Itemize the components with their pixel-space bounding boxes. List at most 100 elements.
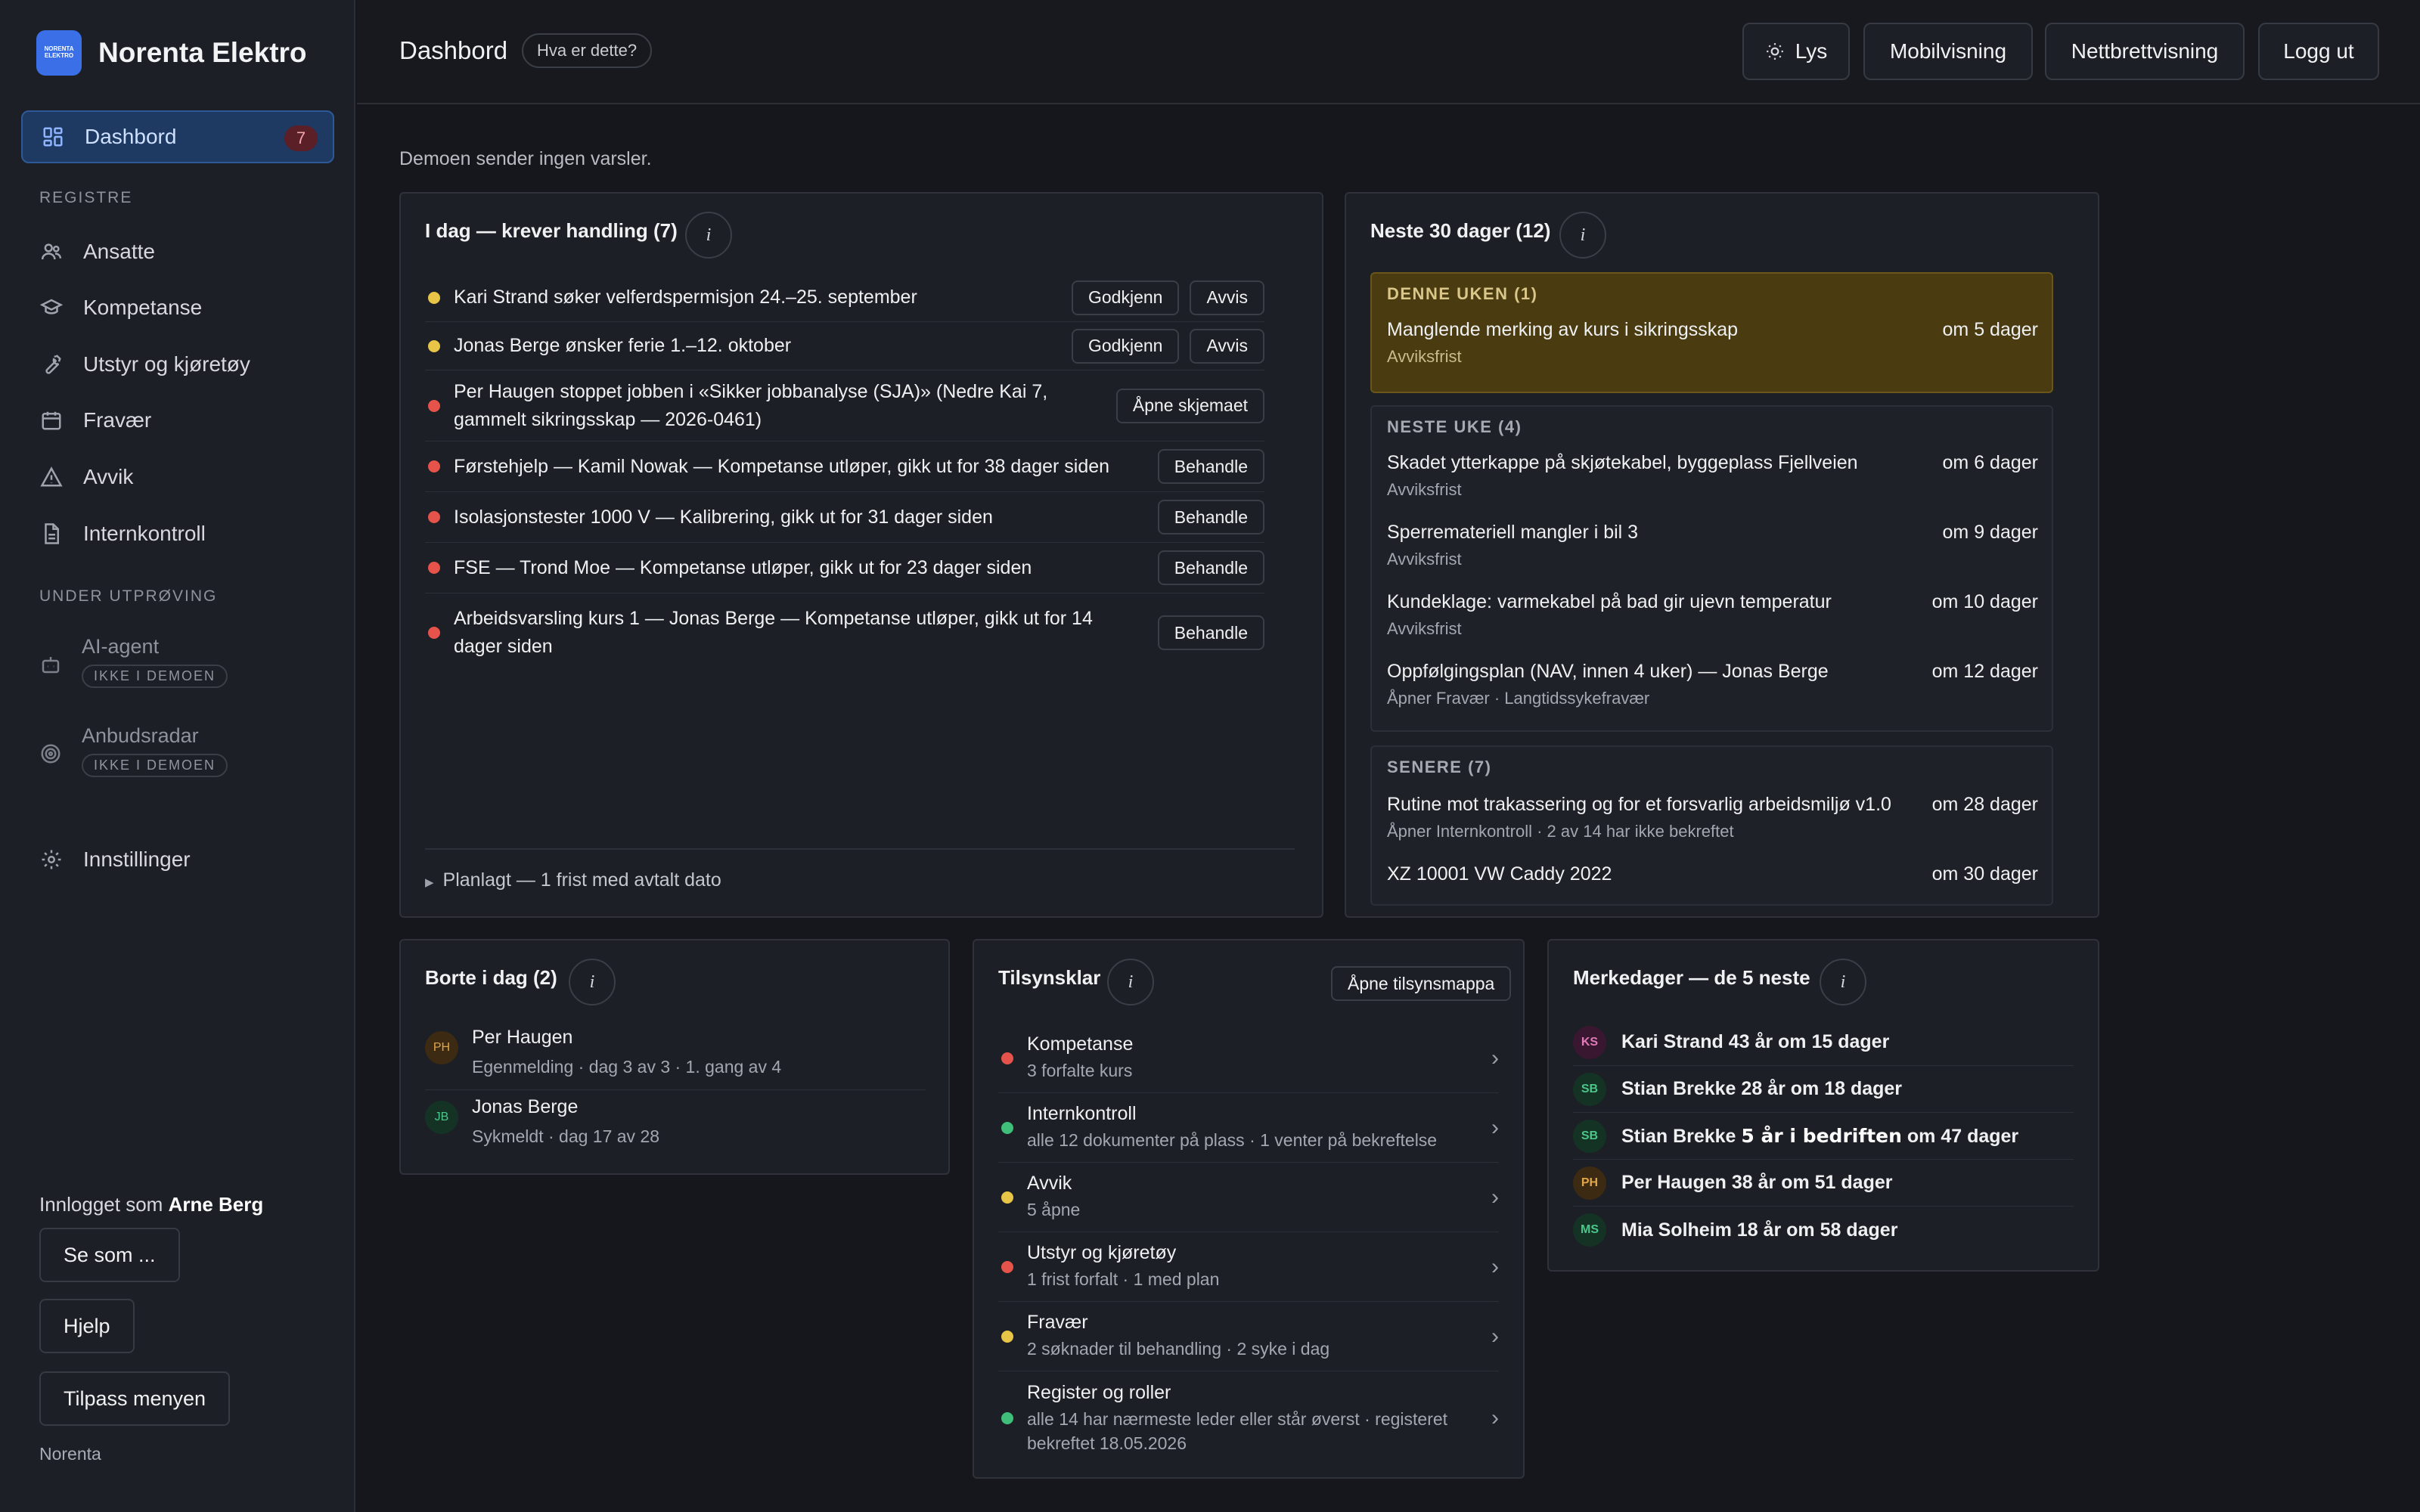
list-item: SB Stian Brekke 28 år om 18 dager	[1573, 1066, 2074, 1113]
page-title: Dashbord	[399, 36, 508, 64]
list-item[interactable]: Internkontroll alle 12 dokumenter på plas…	[998, 1093, 1499, 1163]
brand-name: Norenta Elektro	[98, 37, 307, 68]
info-icon[interactable]: i	[569, 959, 616, 1005]
list-item: PH Per Haugen 38 år om 51 dager	[1573, 1160, 2074, 1207]
list-item[interactable]: Skadet ytterkappe på skjøtekabel, byggep…	[1387, 452, 2038, 500]
logout-button[interactable]: Logg ut	[2258, 23, 2379, 80]
sidebar-item-deviations[interactable]: Avvik	[21, 451, 334, 503]
handle-button[interactable]: Behandle	[1157, 500, 1264, 534]
status-dot	[428, 399, 440, 412]
handle-button[interactable]: Behandle	[1157, 449, 1264, 484]
list-item: Arbeidsvarsling kurs 1 — Jonas Berge — K…	[425, 593, 1264, 672]
brand-logo: NORENTA ELEKTRO	[36, 30, 82, 76]
avatar: SB	[1573, 1072, 1606, 1106]
help-button[interactable]: Hjelp	[39, 1299, 135, 1353]
info-icon[interactable]: i	[1820, 959, 1866, 1005]
open-form-button[interactable]: Åpne skjemaet	[1115, 388, 1264, 423]
sidebar-item-label: Avvik	[83, 465, 134, 488]
sidebar-item-dashboard[interactable]: Dashbord 7	[21, 110, 334, 163]
view-as-button[interactable]: Se som ...	[39, 1228, 180, 1282]
avatar: SB	[1573, 1119, 1606, 1153]
reject-button[interactable]: Avvis	[1190, 280, 1264, 315]
info-icon[interactable]: i	[1559, 212, 1606, 259]
list-item[interactable]: PH Per Haugen Egenmelding · dag 3 av 3 ·…	[425, 1027, 926, 1090]
sidebar-item-label: Dashbord	[85, 125, 177, 148]
status-dot	[428, 460, 440, 472]
sidebar-item-label: AI-agent	[82, 635, 160, 658]
card-title: Borte i dag (2)	[425, 966, 557, 989]
sidebar-item-internal-control[interactable]: Internkontroll	[21, 507, 334, 560]
radar-icon	[39, 724, 62, 777]
status-dot	[428, 511, 440, 523]
list-item: SB Stian Brekke 5 år i bedriften om 47 d…	[1573, 1113, 2074, 1160]
caret-right-icon: ▶	[425, 876, 434, 889]
group-heading: DENNE UKEN (1)	[1387, 284, 1538, 303]
sidebar-item-label: Anbudsradar	[82, 724, 199, 747]
mobile-view-button[interactable]: Mobilvisning	[1863, 23, 2033, 80]
sidebar-item-settings[interactable]: Innstillinger	[21, 833, 334, 886]
list-item[interactable]: Rutine mot trakassering og for et forsva…	[1387, 794, 2038, 841]
reject-button[interactable]: Avvis	[1190, 328, 1264, 364]
calendar-icon	[39, 408, 64, 432]
list-item[interactable]: Fravær 2 søknader til behandling · 2 syke…	[998, 1302, 1499, 1371]
info-icon[interactable]: i	[685, 212, 732, 259]
list-item: Førstehjelp — Kamil Nowak — Kompetanse u…	[425, 442, 1264, 492]
sidebar-item-competence[interactable]: Kompetanse	[21, 281, 334, 334]
avatar: PH	[425, 1031, 458, 1064]
avatar: MS	[1573, 1213, 1606, 1247]
demo-notice: Demoen sender ingen varsler.	[399, 148, 652, 169]
list-item: Kari Strand søker velferdspermisjon 24.–…	[425, 274, 1264, 322]
sidebar-item-absence[interactable]: Fravær	[21, 394, 334, 447]
sidebar-item-employees[interactable]: Ansatte	[21, 225, 334, 278]
approve-button[interactable]: Godkjenn	[1071, 328, 1180, 364]
card-title: I dag — krever handling (7)	[425, 219, 678, 242]
status-dot	[1001, 1121, 1013, 1134]
chevron-right-icon: ›	[1491, 1114, 1499, 1140]
list-item[interactable]: Avvik 5 åpne ›	[998, 1163, 1499, 1232]
sidebar-item-equipment[interactable]: Utstyr og kjøretøy	[21, 338, 334, 391]
info-icon[interactable]: i	[1107, 959, 1154, 1005]
card-title: Neste 30 dager (12)	[1370, 219, 1551, 242]
list-item: KS Kari Strand 43 år om 15 dager	[1573, 1019, 2074, 1066]
list-item[interactable]: Oppfølgingsplan (NAV, innen 4 uker) — Jo…	[1387, 661, 2038, 708]
handle-button[interactable]: Behandle	[1157, 550, 1264, 585]
list-item[interactable]: JB Jonas Berge Sykmeldt · dag 17 av 28	[425, 1096, 926, 1148]
brand[interactable]: NORENTA ELEKTRO Norenta Elektro	[36, 30, 307, 76]
open-inspection-folder-button[interactable]: Åpne tilsynsmappa	[1331, 966, 1512, 1001]
absent-today-card: Borte i dag (2) i PH Per Haugen Egenmeld…	[399, 939, 950, 1175]
chevron-right-icon: ›	[1491, 1253, 1499, 1279]
list-item[interactable]: Kundeklage: varmekabel på bad gir ujevn …	[1387, 591, 2038, 639]
tablet-view-button[interactable]: Nettbrettvisning	[2045, 23, 2245, 80]
status-dot	[1001, 1330, 1013, 1343]
sidebar-item-ai-agent: AI-agent IKKE I DEMOEN	[39, 635, 334, 688]
list-item[interactable]: Manglende merking av kurs i sikringsskap…	[1387, 319, 2038, 367]
status-dot	[428, 562, 440, 574]
what-is-this-button[interactable]: Hva er dette?	[522, 33, 653, 68]
card-title: Tilsynsklar	[998, 966, 1101, 989]
list-item[interactable]: Kompetanse 3 forfalte kurs ›	[998, 1024, 1499, 1093]
status-dot	[428, 339, 440, 352]
section-heading-trial: UNDER UTPRØVING	[39, 587, 218, 605]
group-later: SENERE (7) Rutine mot trakassering og fo…	[1370, 745, 2053, 906]
group-this-week: DENNE UKEN (1) Manglende merking av kurs…	[1370, 272, 2053, 393]
list-item[interactable]: Register og roller alle 14 har nærmeste l…	[998, 1371, 1499, 1465]
group-heading: SENERE (7)	[1387, 758, 1492, 776]
approve-button[interactable]: Godkjenn	[1071, 280, 1180, 315]
status-dot	[428, 291, 440, 304]
status-dot	[1001, 1052, 1013, 1064]
topbar: Dashbord Hva er dette? Lys Mobilvisning …	[357, 0, 2420, 104]
document-icon	[39, 522, 64, 546]
card-title: Merkedager — de 5 neste	[1573, 966, 1810, 989]
wrench-icon	[39, 352, 64, 376]
status-dot	[1001, 1191, 1013, 1204]
dashboard-icon	[41, 125, 65, 149]
planned-toggle[interactable]: ▶ Planlagt — 1 frist med avtalt dato	[425, 848, 1295, 891]
list-item[interactable]: Sperremateriell mangler i bil 3 om 9 dage…	[1387, 522, 2038, 569]
handle-button[interactable]: Behandle	[1157, 615, 1264, 650]
list-item[interactable]: Utstyr og kjøretøy 1 frist forfalt · 1 me…	[998, 1232, 1499, 1302]
theme-toggle-button[interactable]: Lys	[1742, 23, 1850, 80]
status-dot	[428, 627, 440, 639]
customize-menu-button[interactable]: Tilpass menyen	[39, 1371, 231, 1426]
list-item[interactable]: XZ 10001 VW Caddy 2022 om 30 dager	[1387, 863, 2038, 885]
chevron-right-icon: ›	[1491, 1045, 1499, 1070]
